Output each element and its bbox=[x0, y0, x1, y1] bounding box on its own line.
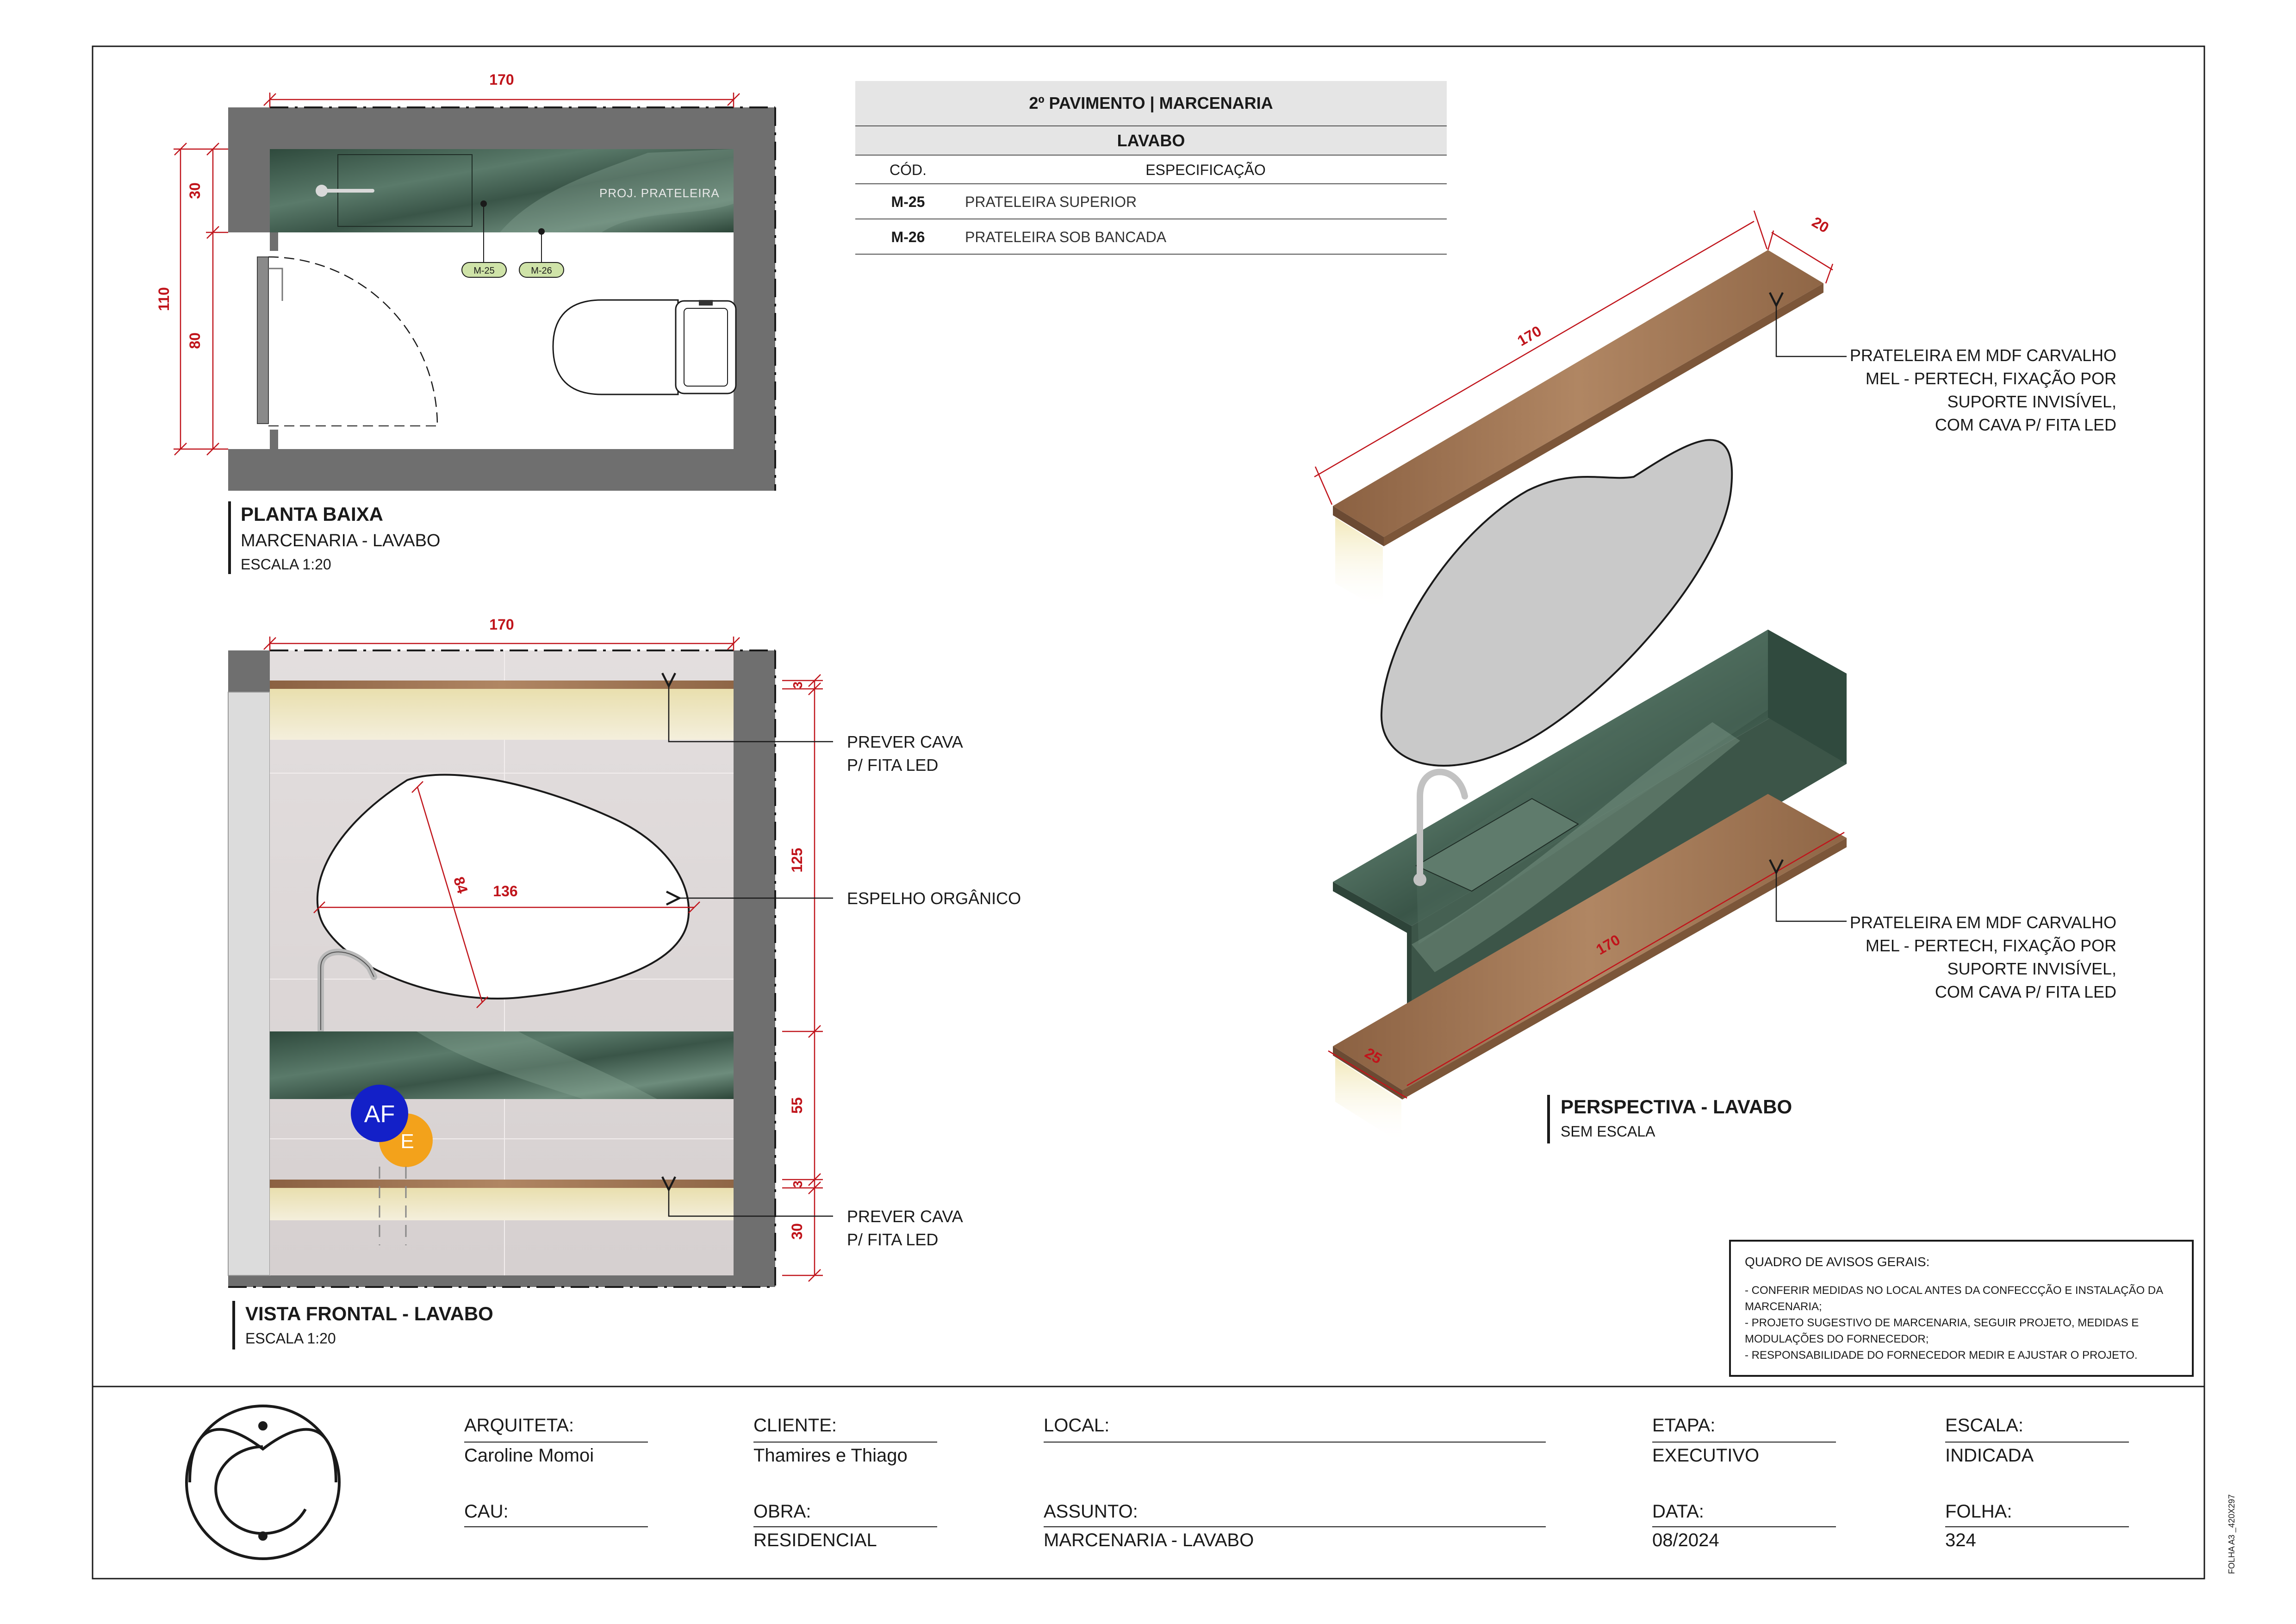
front-title: VISTA FRONTAL - LAVABO bbox=[245, 1303, 493, 1324]
cliente-value: Thamires e Thiago bbox=[753, 1445, 908, 1466]
logo-icon bbox=[185, 1405, 341, 1560]
front-scale: ESCALA 1:20 bbox=[245, 1330, 336, 1347]
etapa-value: EXECUTIVO bbox=[1652, 1445, 1759, 1466]
svg-text:E: E bbox=[400, 1130, 414, 1153]
spec-row-spec: PRATELEIRA SOB BANCADA bbox=[965, 229, 1167, 245]
front-right-wall bbox=[734, 650, 775, 1287]
persp-title: PERSPECTIVA - LAVABO bbox=[1561, 1096, 1792, 1118]
plan-scale: ESCALA 1:20 bbox=[241, 556, 331, 573]
data-value: 08/2024 bbox=[1652, 1530, 1719, 1550]
notices-line: - RESPONSABILIDADE DO FORNECEDOR MEDIR E… bbox=[1745, 1349, 2138, 1362]
plan-title: PLANTA BAIXA bbox=[241, 503, 383, 525]
front-dim-30: 30 bbox=[789, 1223, 805, 1240]
svg-text:PREVER CAVA: PREVER CAVA bbox=[847, 732, 963, 751]
front-dim-3b: 3 bbox=[790, 1181, 805, 1188]
front-dim-3a: 3 bbox=[790, 681, 805, 689]
data-label: DATA: bbox=[1652, 1501, 1704, 1522]
persp-scale: SEM ESCALA bbox=[1561, 1123, 1655, 1140]
front-lower-shelf bbox=[270, 1180, 734, 1188]
escala-label: ESCALA: bbox=[1945, 1415, 2023, 1436]
spec-col-spec: ESPECIFICAÇÃO bbox=[1145, 162, 1266, 178]
folha-value: 324 bbox=[1945, 1530, 1976, 1550]
svg-text:COM CAVA P/ FITA LED: COM CAVA P/ FITA LED bbox=[1935, 415, 2116, 434]
front-upper-led bbox=[270, 689, 734, 740]
plan-dim-width: 170 bbox=[489, 71, 514, 88]
persp-dim-top-depth: 20 bbox=[1809, 213, 1832, 236]
obra-value: RESIDENCIAL bbox=[753, 1530, 877, 1550]
spec-row-code: M-26 bbox=[891, 229, 925, 245]
arquiteta-value: Caroline Momoi bbox=[464, 1445, 594, 1466]
cliente-label: CLIENTE: bbox=[753, 1415, 837, 1436]
assunto-value: MARCENARIA - LAVABO bbox=[1044, 1530, 1254, 1550]
front-view: AF E 136 84 170 3 125 55 3 30 PREVER CAV… bbox=[228, 616, 1021, 1349]
arquiteta-label: ARQUITETA: bbox=[464, 1415, 574, 1436]
svg-text:P/ FITA LED: P/ FITA LED bbox=[847, 756, 938, 775]
front-lower-led bbox=[270, 1188, 734, 1220]
front-door-jamb bbox=[228, 692, 270, 1276]
notices-line: - PROJETO SUGESTIVO DE MARCENARIA, SEGUI… bbox=[1745, 1317, 2139, 1329]
front-dim-55: 55 bbox=[789, 1097, 805, 1114]
spec-row-spec: PRATELEIRA SUPERIOR bbox=[965, 194, 1137, 210]
svg-text:M-25: M-25 bbox=[473, 266, 495, 276]
cau-label: CAU: bbox=[464, 1501, 509, 1522]
plan-toilet-bowl bbox=[552, 299, 679, 395]
plan-toilet-tank bbox=[675, 300, 737, 394]
notices-line: - CONFERIR MEDIDAS NO LOCAL ANTES DA CON… bbox=[1745, 1284, 2163, 1297]
plan-view: PROJ. PRATELEIRA M-25 M-26 170 110 30 80… bbox=[156, 71, 776, 574]
spec-table-subtitle: LAVABO bbox=[1117, 131, 1185, 150]
local-label: LOCAL: bbox=[1044, 1415, 1109, 1436]
spec-col-code: CÓD. bbox=[890, 162, 927, 178]
plan-door-leaf bbox=[257, 256, 269, 424]
svg-text:MEL - PERTECH, FIXAÇÃO POR: MEL - PERTECH, FIXAÇÃO POR bbox=[1866, 369, 2116, 388]
svg-text:AF: AF bbox=[364, 1101, 395, 1128]
escala-value: INDICADA bbox=[1945, 1445, 2034, 1466]
etapa-label: ETAPA: bbox=[1652, 1415, 1715, 1436]
spec-table: 2º PAVIMENTO | MARCENARIA LAVABO CÓD. ES… bbox=[855, 81, 1447, 255]
plan-dim-total: 110 bbox=[156, 287, 172, 311]
notices-line: MODULAÇÕES DO FORNECEDOR; bbox=[1745, 1332, 1929, 1345]
folha-label: FOLHA: bbox=[1945, 1501, 2012, 1522]
svg-text:PRATELEIRA EM MDF CARVALHO: PRATELEIRA EM MDF CARVALHO bbox=[1850, 346, 2116, 365]
svg-text:SUPORTE INVISÍVEL,: SUPORTE INVISÍVEL, bbox=[1948, 959, 2116, 978]
svg-text:PREVER CAVA: PREVER CAVA bbox=[847, 1207, 963, 1226]
svg-text:SUPORTE INVISÍVEL,: SUPORTE INVISÍVEL, bbox=[1948, 392, 2116, 411]
front-upper-shelf bbox=[270, 681, 734, 689]
plan-dim-bottom: 80 bbox=[187, 332, 203, 349]
plan-dim-top: 30 bbox=[187, 182, 203, 199]
svg-text:M-26: M-26 bbox=[531, 266, 552, 276]
title-block: ARQUITETA: Caroline Momoi CLIENTE: Thami… bbox=[185, 1405, 2237, 1574]
obra-label: OBRA: bbox=[753, 1501, 811, 1522]
svg-text:MEL - PERTECH, FIXAÇÃO POR: MEL - PERTECH, FIXAÇÃO POR bbox=[1866, 936, 2116, 955]
perspective-view: 170 20 170 25 PRATELEIRA EM MDF CARVALHO… bbox=[1314, 210, 2116, 1143]
assunto-label: ASSUNTO: bbox=[1044, 1501, 1138, 1522]
spec-row-code: M-25 bbox=[891, 194, 925, 210]
front-dim-125: 125 bbox=[789, 848, 805, 872]
notices-title: QUADRO DE AVISOS GERAIS: bbox=[1745, 1255, 1929, 1269]
plan-subtitle: MARCENARIA - LAVABO bbox=[241, 531, 440, 550]
svg-text:COM CAVA P/ FITA LED: COM CAVA P/ FITA LED bbox=[1935, 982, 2116, 1001]
plan-shelf-note: PROJ. PRATELEIRA bbox=[599, 186, 720, 200]
sheet-code: FOLHA A3 _420X297 bbox=[2227, 1494, 2237, 1574]
front-dim-width: 170 bbox=[489, 616, 514, 633]
svg-text:P/ FITA LED: P/ FITA LED bbox=[847, 1230, 938, 1249]
spec-table-title: 2º PAVIMENTO | MARCENARIA bbox=[1029, 94, 1273, 113]
notices-box: QUADRO DE AVISOS GERAIS: - CONFERIR MEDI… bbox=[1729, 1240, 2194, 1377]
front-mirror-width: 136 bbox=[493, 883, 517, 899]
svg-text:ESPELHO ORGÂNICO: ESPELHO ORGÂNICO bbox=[847, 889, 1021, 908]
drawing-sheet: PROJ. PRATELEIRA M-25 M-26 170 110 30 80… bbox=[92, 45, 2237, 1580]
svg-text:PRATELEIRA EM MDF CARVALHO: PRATELEIRA EM MDF CARVALHO bbox=[1850, 913, 2116, 932]
notices-line: MARCENARIA; bbox=[1745, 1300, 1822, 1313]
